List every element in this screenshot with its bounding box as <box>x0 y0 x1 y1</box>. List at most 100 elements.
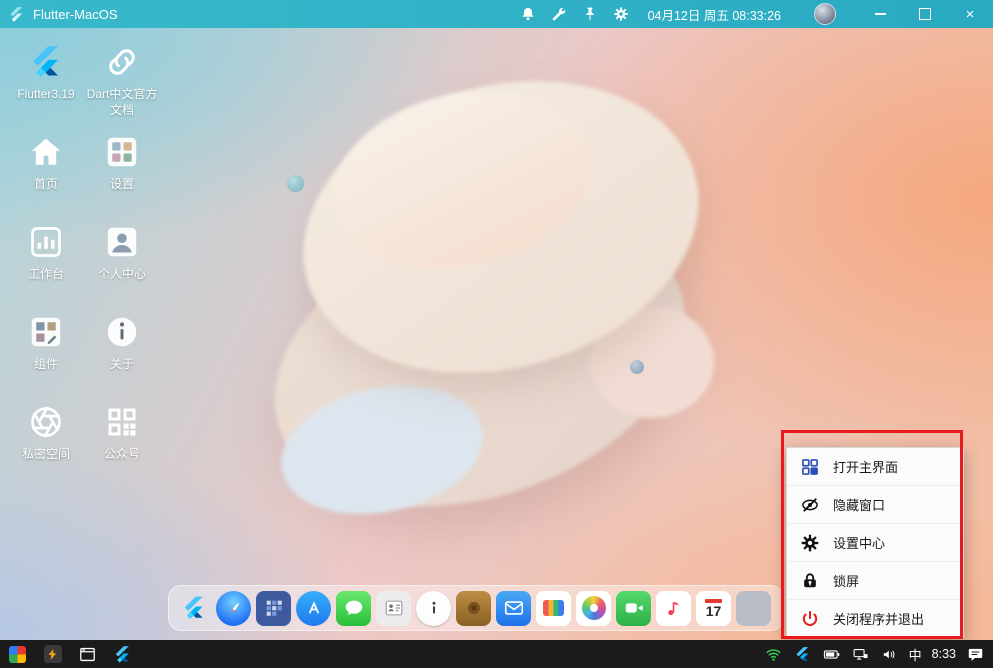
menu-item-label: 隐藏窗口 <box>833 498 886 513</box>
person-panel-icon <box>107 227 137 257</box>
titlebar-datetime: 04月12日 周五 08:33:26 <box>647 8 781 23</box>
desktop-icon-flutter[interactable]: Flutter3.19 <box>8 42 84 132</box>
tools-icon[interactable] <box>551 6 567 22</box>
dock-stats-icon[interactable] <box>536 590 571 626</box>
menu-item-label: 打开主界面 <box>833 460 899 475</box>
ethernet-icon[interactable] <box>851 645 870 664</box>
desktop-icon-profile[interactable]: 个人中心 <box>84 222 160 312</box>
taskbar-lightning-app-icon[interactable] <box>43 645 62 664</box>
system-tray: 中 8:33 <box>764 645 985 664</box>
dock-music-icon[interactable] <box>656 590 691 626</box>
lightning-icon <box>43 645 62 663</box>
dock-nut-icon[interactable] <box>456 590 491 626</box>
desktop-icon-private-space[interactable]: 私密空间 <box>8 402 84 492</box>
ime-indicator[interactable]: 中 <box>909 645 922 664</box>
contact-card-icon <box>385 600 402 616</box>
dock-pixelgrid-icon[interactable] <box>256 590 291 626</box>
wallpaper-sphere <box>630 360 644 374</box>
bar-chart-icon <box>31 227 61 257</box>
maximize-button[interactable] <box>910 3 940 25</box>
menu-item-settings-center[interactable]: 设置中心 <box>787 523 963 561</box>
app-window: Flutter-MacOS 04月12日 周五 08:33:26 × Flutt… <box>0 0 993 668</box>
pinwheel-icon <box>9 645 26 663</box>
flutter-logo-icon <box>184 596 203 620</box>
pixel-grid-icon <box>266 600 282 616</box>
nut-icon <box>467 602 480 614</box>
titlebar: Flutter-MacOS 04月12日 周五 08:33:26 × <box>0 0 993 28</box>
menu-item-label: 关闭程序并退出 <box>833 612 925 627</box>
minimize-button[interactable] <box>865 3 895 25</box>
dock-flutter-icon[interactable] <box>176 591 211 626</box>
settings-panel-icon <box>107 137 137 167</box>
taskbar-colorful-app-icon[interactable] <box>8 645 27 664</box>
dock-hidden-app-icon[interactable] <box>736 590 771 626</box>
dock-facetime-icon[interactable] <box>616 590 651 626</box>
dock: 17 <box>168 585 784 631</box>
info-letter-icon <box>432 601 435 614</box>
desktop-icon-workbench[interactable]: 工作台 <box>8 222 84 312</box>
tray-context-menu: 打开主界面 隐藏窗口 设置中心 锁屏 关闭程序并退出 <box>786 447 964 638</box>
info-circle-icon <box>107 317 137 347</box>
close-icon: × <box>965 5 975 23</box>
taskbar-window-app-icon[interactable] <box>78 645 97 664</box>
wallpaper-sphere <box>287 175 304 192</box>
desktop-icon-about[interactable]: 关于 <box>84 312 160 402</box>
desktop-icons: Flutter3.19 Dart中文官方文档 首页 设置 工作台 个人中心 组件… <box>8 42 160 492</box>
music-note-icon <box>667 602 679 616</box>
dock-contacts-icon[interactable] <box>376 590 411 626</box>
menu-item-open-main[interactable]: 打开主界面 <box>787 448 963 485</box>
desktop-icon-official-account[interactable]: 公众号 <box>84 402 160 492</box>
dock-appstore-icon[interactable] <box>296 590 331 626</box>
flutter-logo-icon <box>33 46 58 78</box>
components-panel-icon <box>31 317 61 347</box>
appstore-a-icon <box>308 601 319 614</box>
flutter-logo-icon <box>115 645 129 663</box>
wifi-icon[interactable] <box>764 645 783 664</box>
minimize-icon <box>874 13 886 15</box>
flutter-logo-icon <box>796 646 808 661</box>
menu-item-label: 锁屏 <box>833 574 860 589</box>
envelope-icon <box>504 601 523 615</box>
dock-safari-icon[interactable] <box>216 590 251 626</box>
tray-flutter-icon[interactable] <box>793 645 812 664</box>
close-button[interactable]: × <box>955 3 985 25</box>
window-title: Flutter-MacOS <box>33 6 118 22</box>
taskbar-clock[interactable]: 8:33 <box>932 647 956 661</box>
taskbar: 中 8:33 <box>0 640 993 668</box>
compass-needle-icon <box>230 602 239 613</box>
taskbar-flutter-icon[interactable] <box>113 645 132 664</box>
pin-icon[interactable] <box>582 6 598 22</box>
menu-item-hide-window[interactable]: 隐藏窗口 <box>787 485 963 523</box>
dock-messages-icon[interactable] <box>336 590 371 626</box>
photos-pinwheel-icon <box>581 596 606 620</box>
maximize-icon <box>919 8 931 20</box>
desktop-icon-dart-docs[interactable]: Dart中文官方文档 <box>84 42 160 132</box>
flutter-logo-icon <box>10 6 23 22</box>
menu-item-label: 设置中心 <box>833 536 886 551</box>
desktop-icon-settings[interactable]: 设置 <box>84 132 160 222</box>
lock-icon <box>804 572 816 587</box>
dock-mail-icon[interactable] <box>496 590 531 626</box>
bell-icon[interactable] <box>520 6 536 22</box>
gear-icon <box>801 534 819 551</box>
desktop-icon-home[interactable]: 首页 <box>8 132 84 222</box>
desktop-icon-components[interactable]: 组件 <box>8 312 84 402</box>
battery-icon[interactable] <box>822 645 841 664</box>
aperture-icon <box>31 406 61 438</box>
window-icon <box>80 647 95 661</box>
power-icon <box>802 610 818 626</box>
volume-icon[interactable] <box>880 645 899 664</box>
menu-item-lock-screen[interactable]: 锁屏 <box>787 561 963 599</box>
chat-bubble-icon <box>345 600 362 615</box>
menu-item-exit[interactable]: 关闭程序并退出 <box>787 599 963 637</box>
dock-photos-icon[interactable] <box>576 590 611 626</box>
color-bars-icon <box>543 600 564 616</box>
gear-icon[interactable] <box>613 6 629 22</box>
avatar[interactable] <box>814 3 836 25</box>
link-icon <box>109 49 135 75</box>
dock-info-icon[interactable] <box>416 590 451 626</box>
video-camera-icon <box>625 603 643 613</box>
dock-calendar-icon[interactable]: 17 <box>696 590 731 626</box>
eye-off-icon <box>802 497 818 512</box>
notification-icon[interactable] <box>966 645 985 664</box>
